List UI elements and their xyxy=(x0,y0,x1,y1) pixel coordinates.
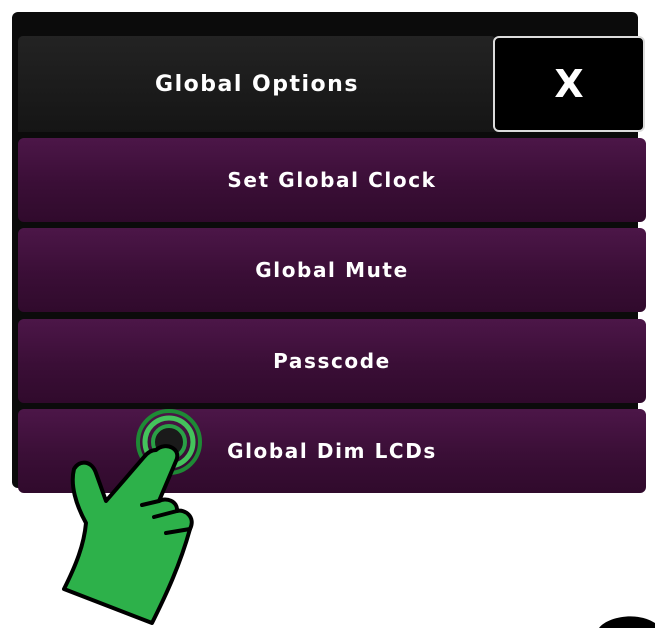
global-mute-button[interactable]: Global Mute xyxy=(18,228,646,312)
passcode-button[interactable]: Passcode xyxy=(18,319,646,403)
partial-circle-icon xyxy=(599,616,655,628)
screen: Global Options X Set Global Clock Global… xyxy=(0,0,657,628)
set-global-clock-button[interactable]: Set Global Clock xyxy=(18,138,646,222)
dialog-title: Global Options xyxy=(18,36,496,132)
pointing-hand-icon xyxy=(62,409,202,625)
close-button[interactable]: X xyxy=(493,36,645,132)
